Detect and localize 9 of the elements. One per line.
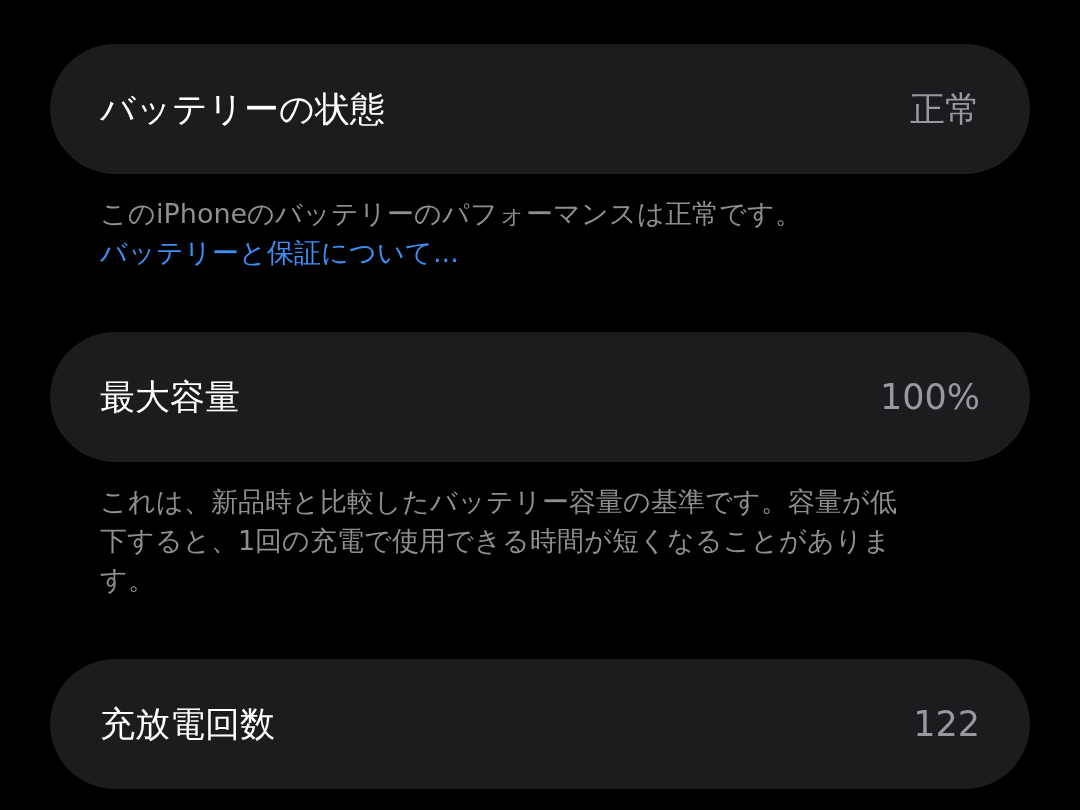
row-value: 122 xyxy=(913,704,980,744)
warranty-link[interactable]: バッテリーと保証について... xyxy=(100,237,459,268)
row-value: 正常 xyxy=(910,87,980,131)
footer-note: このiPhoneのバッテリーのパフォーマンスは正常です。 バッテリーと保証について... xyxy=(99,197,804,270)
footer-note: これは、新品時と比較したバッテリー容量の基準です。容量が低下すると、1回の充電で使用できる時間が短くなることがあります。 xyxy=(99,485,898,597)
row-label: 充放電回数 xyxy=(100,702,275,746)
row-label: 最大容量 xyxy=(100,375,240,419)
row-label: バッテリーの状態 xyxy=(100,87,385,131)
row-value: 100% xyxy=(879,377,980,417)
